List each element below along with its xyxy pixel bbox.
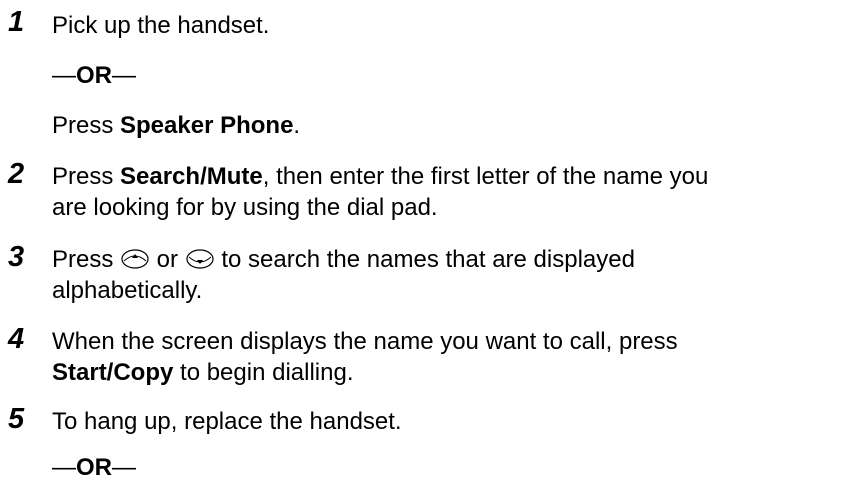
step-number-4: 4 (8, 323, 25, 355)
step-1-line-3: Press Speaker Phone. (52, 110, 300, 142)
step-2-line-1: Press Search/Mute, then enter the first … (52, 161, 708, 193)
step-5-or: —OR— (52, 452, 136, 484)
instruction-page: 1 Pick up the handset. —OR— Press Speake… (0, 0, 868, 487)
up-arrow-button-icon (120, 247, 150, 269)
or-label: OR (76, 454, 112, 481)
search-mute-key-label: Search/Mute (120, 163, 263, 190)
step-4-instruction-text: to begin dialling. (173, 359, 354, 386)
step-2-instruction-text: , then enter the first letter of the nam… (262, 163, 709, 190)
speaker-phone-key-label: Speaker Phone (120, 112, 294, 139)
press-text: Press (52, 112, 121, 139)
step-4-line-2: Start/Copy to begin dialling. (52, 357, 354, 389)
step-number-1: 1 (8, 6, 25, 38)
or-text: or (150, 246, 185, 273)
press-text: Press (52, 163, 121, 190)
or-label: OR (76, 62, 112, 89)
or-separator: —OR— (52, 454, 136, 481)
step-1-or: —OR— (52, 60, 136, 92)
step-4-line-1: When the screen displays the name you wa… (52, 328, 678, 355)
start-copy-key-label: Start/Copy (52, 359, 174, 386)
or-separator: —OR— (52, 62, 136, 89)
step-3-line-2: alphabetically. (52, 277, 203, 304)
step-1-line-1: Pick up the handset. (52, 12, 270, 39)
step-number-2: 2 (8, 158, 25, 190)
step-number-3: 3 (8, 241, 25, 273)
down-arrow-button-icon (185, 247, 215, 269)
step-3-line-1: Press or to search the names that are di… (52, 244, 635, 276)
press-text: Press (52, 246, 121, 273)
step-3-instruction-text: to search the names that are displayed (214, 246, 635, 273)
period-text: . (293, 112, 301, 139)
step-number-5: 5 (8, 403, 25, 435)
step-2-line-2: are looking for by using the dial pad. (52, 194, 438, 221)
step-5-line-1: To hang up, replace the handset. (52, 408, 402, 435)
